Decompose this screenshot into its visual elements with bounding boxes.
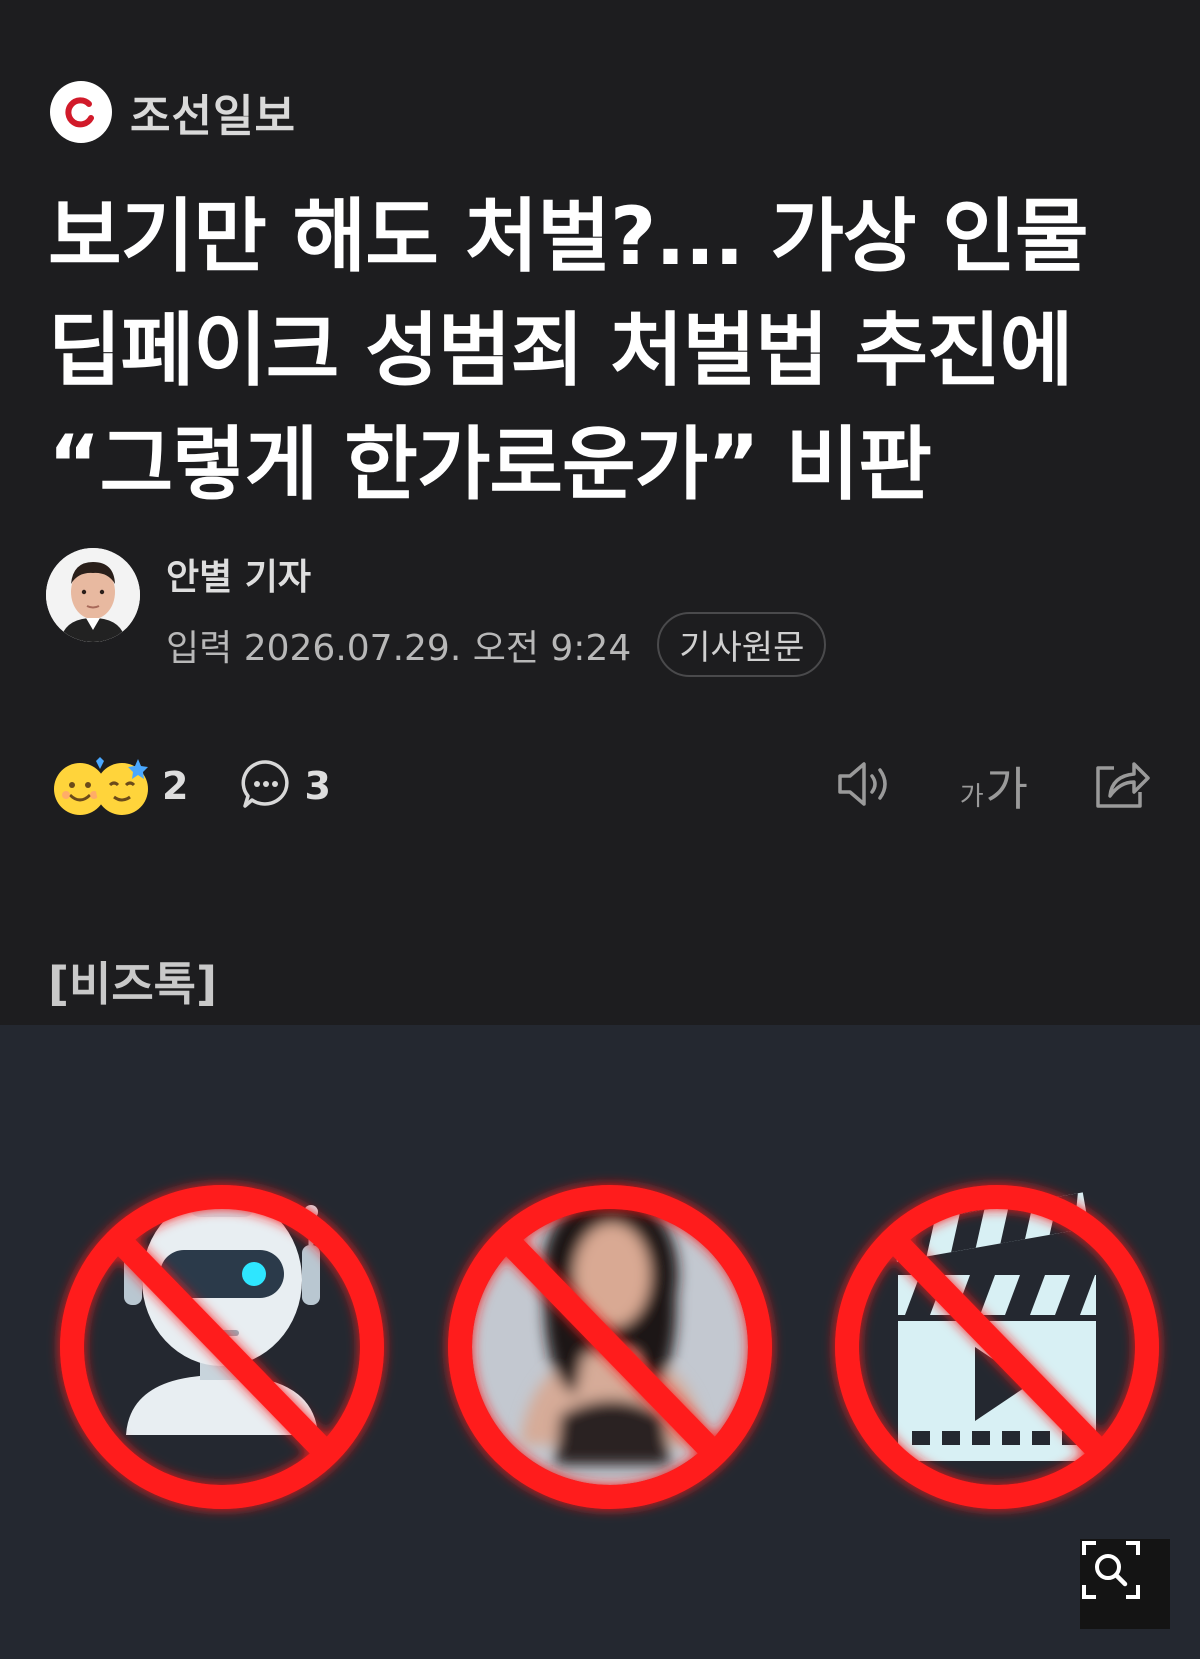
font-size-large-label: 가 <box>985 762 1028 816</box>
publisher-header[interactable]: 조선일보 <box>50 80 296 144</box>
reaction-button[interactable]: 2 <box>52 755 188 817</box>
emoji-reaction-icon <box>52 755 152 817</box>
chosun-logo-icon <box>50 81 112 143</box>
comment-button[interactable]: 3 <box>240 758 331 814</box>
date-label: 입력 <box>166 627 233 669</box>
article-headline: 보기만 해도 처벌?... 가상 인물 딥페이크 성범죄 처벌법 추진에 “그렇… <box>48 190 1089 511</box>
robot-icon <box>124 1194 320 1435</box>
publisher-name: 조선일보 <box>130 91 296 142</box>
author-avatar[interactable] <box>46 548 140 642</box>
date-value: 2026.07.29. 오전 9:24 <box>243 627 632 669</box>
section-tag: [비즈톡] <box>48 957 218 1011</box>
font-size-button[interactable]: 가가 <box>960 753 1028 819</box>
comment-icon <box>240 758 292 814</box>
byline: 안별 기자 입력 2026.07.29. 오전 9:24 기사원문 <box>46 548 827 677</box>
action-bar: 2 3 가가 <box>52 755 1150 817</box>
author-name[interactable]: 안별 기자 <box>166 548 826 600</box>
reaction-count: 2 <box>162 764 189 808</box>
article-image[interactable] <box>0 1025 1200 1659</box>
share-icon[interactable] <box>1092 758 1150 814</box>
comment-count: 3 <box>304 764 331 808</box>
publish-date: 입력 2026.07.29. 오전 9:24 <box>166 619 631 671</box>
speaker-icon[interactable] <box>836 758 896 814</box>
font-size-small-label: 가 <box>959 782 984 812</box>
original-article-button[interactable]: 기사원문 <box>657 612 827 677</box>
zoom-button[interactable] <box>1080 1539 1170 1629</box>
